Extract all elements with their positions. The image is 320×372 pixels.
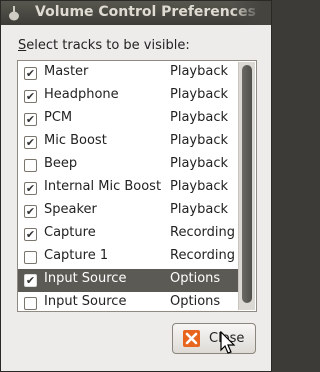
track-row[interactable]: ✔ Input Source Options (18, 269, 238, 292)
track-visible-checkbox[interactable] (24, 251, 37, 264)
track-row[interactable]: Capture 1 Recording (18, 246, 238, 269)
track-row[interactable]: ✔ PCM Playback (18, 108, 238, 131)
track-visible-checkbox[interactable]: ✔ (24, 67, 37, 80)
track-type: Playback (170, 179, 229, 194)
track-name: Headphone (44, 87, 119, 102)
track-row[interactable]: ✔ Internal Mic Boost Playback (18, 177, 238, 200)
track-type: Playback (170, 202, 229, 217)
track-visible-checkbox[interactable] (24, 159, 37, 172)
track-type: Playback (170, 110, 229, 125)
track-type: Playback (170, 87, 229, 102)
track-name: Capture (44, 225, 96, 240)
track-type: Recording (170, 248, 236, 263)
track-type: Recording (170, 225, 236, 240)
track-row[interactable]: Beep Playback (18, 154, 238, 177)
tracks-scrollbar[interactable] (238, 62, 255, 310)
track-visible-checkbox[interactable]: ✔ (24, 274, 37, 287)
window-title: Volume Control Preferences (35, 4, 256, 20)
track-visible-checkbox[interactable]: ✔ (24, 228, 37, 241)
close-icon-glyph (185, 332, 198, 345)
scrollbar-thumb[interactable] (242, 65, 252, 303)
track-name: Input Source (44, 271, 127, 286)
title-fade (231, 1, 271, 25)
track-row[interactable]: Input Source Options (18, 292, 238, 311)
track-name: PCM (44, 110, 73, 125)
track-row[interactable]: ✔ Headphone Playback (18, 85, 238, 108)
track-type: Options (170, 294, 221, 309)
track-name: Input Source (44, 294, 127, 309)
volume-preferences-window: Volume Control Preferences Select tracks… (0, 0, 272, 372)
track-visible-checkbox[interactable]: ✔ (24, 90, 37, 103)
track-row[interactable]: ✔ Speaker Playback (18, 200, 238, 223)
close-icon (183, 330, 200, 347)
track-row[interactable]: ✔ Capture Recording (18, 223, 238, 246)
track-name: Mic Boost (44, 133, 107, 148)
close-button[interactable]: Close (172, 323, 256, 354)
track-type: Options (170, 271, 221, 286)
track-type: Playback (170, 156, 229, 171)
track-type: Playback (170, 133, 229, 148)
track-visible-checkbox[interactable]: ✔ (24, 205, 37, 218)
prompt-text: elect tracks to be visible: (26, 38, 190, 53)
track-visible-checkbox[interactable] (24, 297, 37, 310)
track-visible-checkbox[interactable]: ✔ (24, 113, 37, 126)
track-name: Beep (44, 156, 78, 171)
select-tracks-label: Select tracks to be visible: (18, 38, 190, 53)
tracks-list[interactable]: ✔ Master Playback ✔ Headphone Playback ✔ PCM Pla… (17, 60, 257, 312)
track-name: Internal Mic Boost (44, 179, 162, 194)
title-bar[interactable]: Volume Control Preferences (1, 1, 271, 25)
track-row[interactable]: ✔ Mic Boost Playback (18, 131, 238, 154)
track-name: Capture 1 (44, 248, 109, 263)
window-menu-icon[interactable] (7, 5, 21, 21)
track-visible-checkbox[interactable]: ✔ (24, 136, 37, 149)
track-name: Speaker (44, 202, 97, 217)
track-row[interactable]: ✔ Master Playback (18, 62, 238, 85)
mouse-pointer-icon (220, 331, 236, 354)
track-type: Playback (170, 64, 229, 79)
track-name: Master (44, 64, 89, 79)
track-visible-checkbox[interactable]: ✔ (24, 182, 37, 195)
